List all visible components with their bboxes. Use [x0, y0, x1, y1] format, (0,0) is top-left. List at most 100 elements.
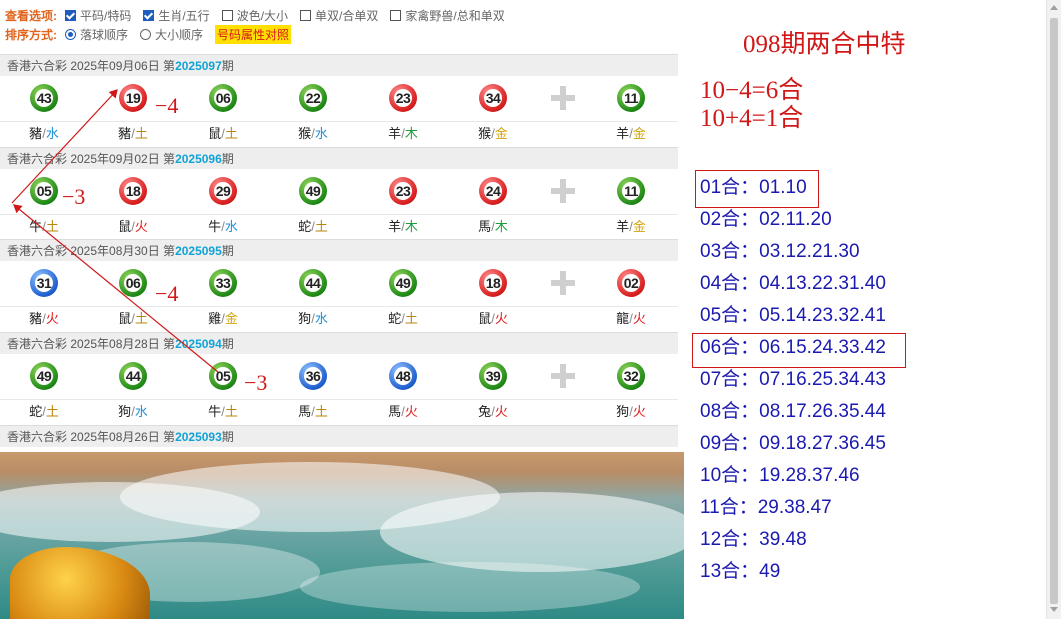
draw-issue-number: 2025097: [175, 59, 222, 73]
lottery-ball: 06: [119, 269, 147, 297]
draw-issue-number: 2025093: [175, 430, 222, 444]
highlight-box-01: [695, 170, 819, 208]
options-bar: 查看选项: 平码/特码 生肖/五行 波色/大小 单双/合单双 家禽野兽/总和单双…: [0, 0, 678, 50]
ball-number: 24: [484, 182, 502, 200]
number-attribute-compare-button[interactable]: 号码属性对照: [215, 24, 292, 44]
zodiac: 鼠: [118, 219, 132, 234]
scrollbar-thumb[interactable]: [1050, 18, 1058, 604]
zodiac: 雞: [208, 311, 222, 326]
view-option-zodiac-element[interactable]: 生肖/五行: [143, 7, 210, 24]
vertical-scrollbar[interactable]: [1046, 0, 1061, 619]
ball-number: 49: [394, 274, 412, 292]
he-list-item: 11合：29.38.47: [700, 497, 832, 518]
view-option-domestic-wild[interactable]: 家禽野兽/总和单双: [390, 7, 505, 24]
ball-number: 06: [214, 89, 232, 107]
lottery-ball: 32: [617, 362, 645, 390]
zodiac: 豬: [118, 126, 132, 141]
checkbox-icon[interactable]: [300, 9, 312, 21]
ball-number: 43: [35, 89, 53, 107]
ball-number: 29: [214, 182, 232, 200]
ball-number: 05: [214, 367, 232, 385]
sort-options-row: 排序方式: 落球顺序 大小顺序 号码属性对照: [5, 24, 292, 44]
checkbox-icon[interactable]: [221, 9, 233, 21]
plus-icon: [551, 86, 575, 110]
element: 火: [45, 311, 59, 326]
element: 土: [45, 219, 59, 234]
lottery-ball: 31: [30, 269, 58, 297]
element: 金: [494, 126, 508, 141]
draw-issue-suffix: 期: [221, 430, 234, 444]
draw-ball-row: 43 豬/水 19 豬/土 06 鼠/土 22 猴/水 23 羊/木 34 猴/金 11 羊/金: [0, 76, 678, 148]
lottery-ball: 36: [299, 362, 327, 390]
lottery-ball: 34: [479, 84, 507, 112]
ball-number: 18: [124, 182, 142, 200]
he-list-item: 04合：04.13.22.31.40: [700, 273, 886, 294]
draw-header: 香港六合彩 2025年08月26日 第2025093期: [0, 425, 678, 447]
zodiac-element-label: 牛/水: [208, 219, 238, 234]
zodiac: 猴: [298, 126, 312, 141]
zodiac-element-label: 羊/金: [616, 219, 646, 234]
draw-issue-number: 2025095: [175, 244, 222, 258]
sort-options-label: 排序方式:: [5, 27, 57, 42]
zodiac: 狗: [616, 404, 630, 419]
checkbox-icon[interactable]: [65, 9, 76, 21]
sort-option-size-order[interactable]: 大小顺序: [140, 26, 203, 43]
zodiac: 蛇: [388, 311, 402, 326]
prediction-title: 098期两合中特: [743, 31, 906, 58]
ball-number: 19: [124, 89, 142, 107]
he-list-item: 10合：19.28.37.46: [700, 465, 860, 486]
element: 木: [404, 219, 418, 234]
element: 土: [134, 311, 148, 326]
view-options-label: 查看选项:: [5, 8, 57, 23]
draw-date: 香港六合彩 2025年08月30日 第: [7, 244, 176, 258]
zodiac: 豬: [29, 311, 43, 326]
zodiac-element-label: 兔/火: [478, 404, 508, 419]
zodiac: 馬: [298, 404, 312, 419]
zodiac: 兔: [478, 404, 492, 419]
view-option-color-size[interactable]: 波色/大小: [221, 7, 288, 24]
zodiac: 牛: [208, 219, 222, 234]
zodiac-element-label: 豬/土: [118, 126, 148, 141]
zodiac: 狗: [298, 311, 312, 326]
view-option-regular-special[interactable]: 平码/特码: [65, 7, 131, 24]
ball-number: 05: [35, 182, 53, 200]
checkbox-icon[interactable]: [143, 9, 155, 21]
zodiac-element-label: 羊/金: [616, 126, 646, 141]
element: 水: [224, 219, 238, 234]
lottery-ball: 44: [299, 269, 327, 297]
zodiac: 馬: [478, 219, 492, 234]
view-option-odd-even[interactable]: 单双/合单双: [300, 7, 378, 24]
he-list-item: 02合：02.11.20: [700, 209, 832, 230]
zodiac: 蛇: [298, 219, 312, 234]
zodiac-element-label: 蛇/土: [29, 404, 59, 419]
checkbox-icon[interactable]: [390, 9, 402, 21]
zodiac: 羊: [616, 219, 630, 234]
element: 土: [404, 311, 418, 326]
draw-date: 香港六合彩 2025年08月28日 第: [7, 337, 176, 351]
ball-number: 31: [35, 274, 53, 292]
zodiac-element-label: 馬/木: [478, 219, 508, 234]
element: 水: [134, 404, 148, 419]
scroll-down-icon[interactable]: [1050, 607, 1058, 612]
zodiac: 羊: [388, 219, 402, 234]
zodiac-element-label: 豬/火: [29, 311, 59, 326]
lottery-ball: 39: [479, 362, 507, 390]
element: 火: [632, 404, 646, 419]
element: 金: [632, 126, 646, 141]
zodiac: 牛: [208, 404, 222, 419]
scroll-up-icon[interactable]: [1050, 5, 1058, 10]
zodiac-element-label: 蛇/土: [388, 311, 418, 326]
ball-number: 32: [622, 367, 640, 385]
draw-issue-number: 2025096: [175, 152, 222, 166]
zodiac-element-label: 蛇/土: [298, 219, 328, 234]
ball-number: 39: [484, 367, 502, 385]
sort-option-draw-order[interactable]: 落球顺序: [65, 26, 128, 43]
lottery-ball: 23: [389, 84, 417, 112]
calc-line-2: 10+4=1合: [700, 105, 804, 132]
radio-icon[interactable]: [140, 28, 152, 40]
zodiac-element-label: 猴/金: [478, 126, 508, 141]
element: 金: [632, 219, 646, 234]
ball-number: 22: [304, 89, 322, 107]
zodiac: 羊: [616, 126, 630, 141]
radio-icon[interactable]: [65, 28, 76, 40]
